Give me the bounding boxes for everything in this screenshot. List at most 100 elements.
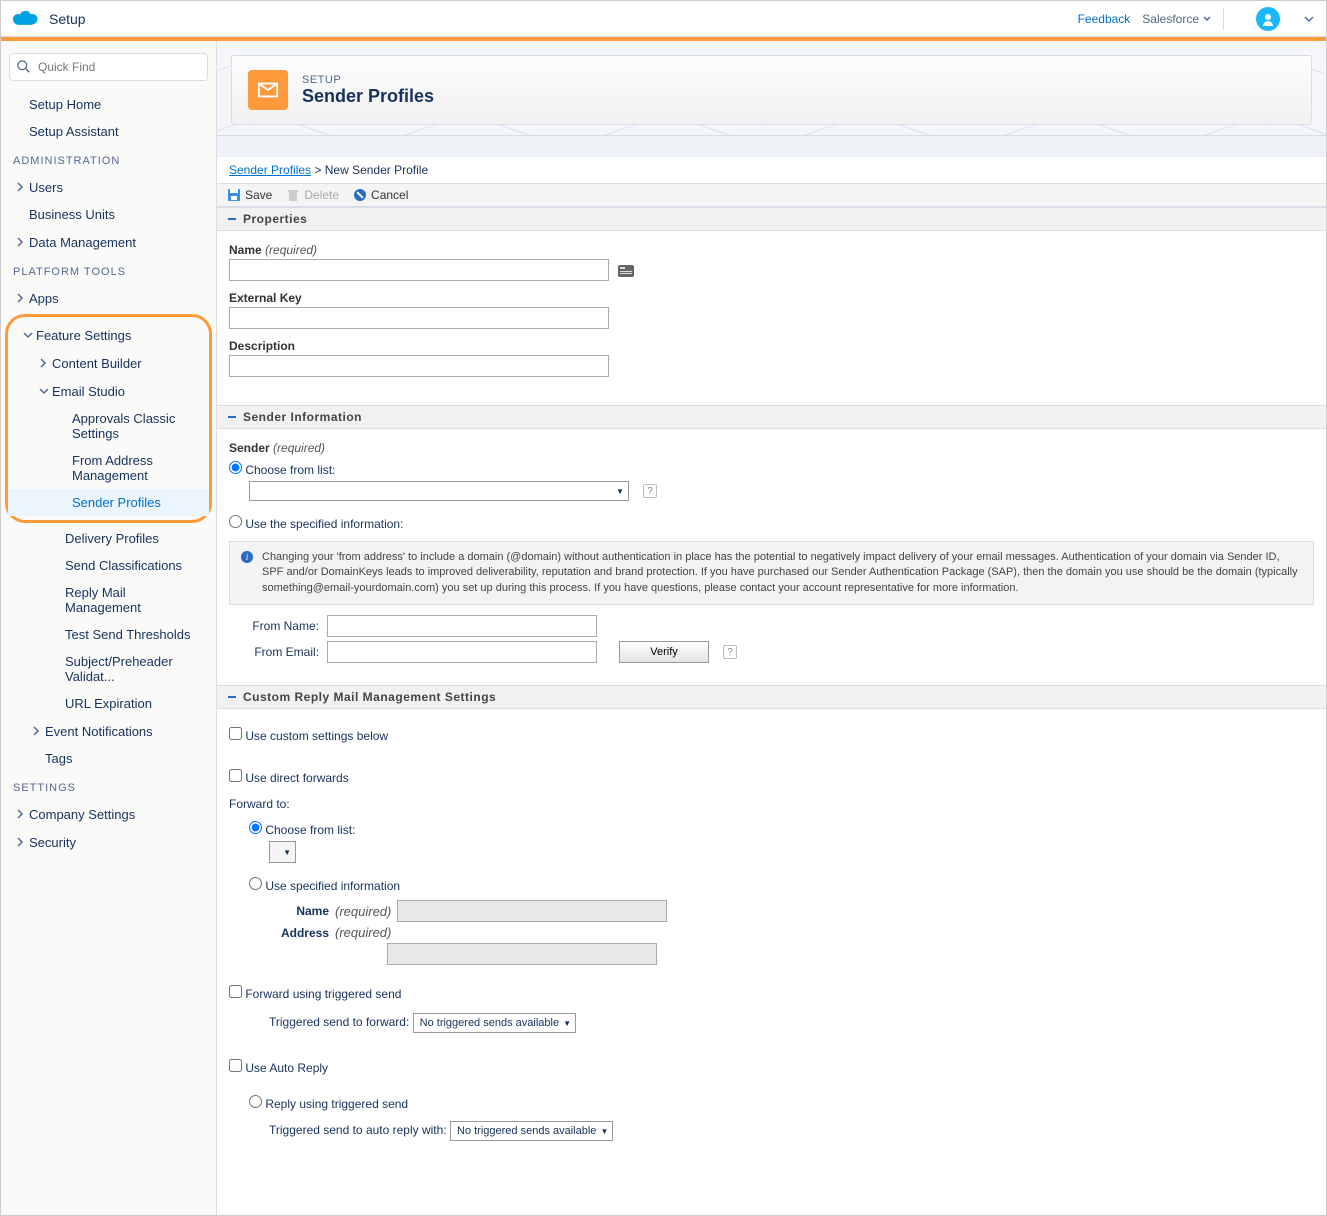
fwd-address-input [387, 943, 657, 965]
external-key-input[interactable] [229, 307, 609, 329]
chevron-right-icon [13, 834, 29, 850]
cloud-logo-icon [13, 9, 41, 29]
org-name-label: Salesforce [1142, 12, 1199, 26]
nav-section-platform: PLATFORM TOOLS [1, 256, 216, 284]
fwd-choose-list-radio[interactable] [249, 821, 262, 834]
sender-choose-list-radio[interactable] [229, 461, 242, 474]
setup-sidebar: Setup Home Setup Assistant ADMINISTRATIO… [1, 41, 217, 1215]
quick-find-wrap [9, 53, 208, 81]
nav-tags[interactable]: Tags [1, 745, 216, 772]
nav-content-builder[interactable]: Content Builder [8, 349, 209, 377]
fwd-triggered-checkbox[interactable] [229, 985, 242, 998]
search-icon [17, 60, 31, 74]
chevron-right-icon [13, 234, 29, 250]
section-reply-mail[interactable]: Custom Reply Mail Management Settings [217, 685, 1326, 709]
nav-setup-assistant[interactable]: Setup Assistant [1, 118, 216, 145]
cancel-button[interactable]: Cancel [353, 188, 408, 202]
description-input[interactable] [229, 355, 609, 377]
nav-delivery-profiles[interactable]: Delivery Profiles [1, 525, 216, 552]
breadcrumb-parent[interactable]: Sender Profiles [229, 163, 311, 177]
nav-approvals[interactable]: Approvals Classic Settings [8, 405, 209, 447]
sender-list-select[interactable] [249, 481, 629, 501]
use-direct-checkbox[interactable] [229, 769, 242, 782]
from-name-input[interactable] [327, 615, 597, 637]
name-input[interactable] [229, 259, 609, 281]
person-icon [1261, 12, 1275, 26]
personalization-icon[interactable] [617, 262, 635, 280]
triggered-reply-select[interactable]: No triggered sends available [450, 1121, 613, 1141]
user-avatar[interactable] [1256, 7, 1280, 31]
nav-business-units[interactable]: Business Units [1, 201, 216, 228]
app-title: Setup [49, 11, 1078, 27]
from-name-label: From Name: [249, 619, 319, 633]
nav-reply-mail[interactable]: Reply Mail Management [1, 579, 216, 621]
section-sender-info[interactable]: Sender Information [217, 405, 1326, 429]
cancel-icon [353, 188, 367, 202]
nav-setup-home[interactable]: Setup Home [1, 91, 216, 118]
reply-triggered-radio[interactable] [249, 1095, 262, 1108]
forward-to-label: Forward to: [229, 791, 1314, 817]
sender-specified-radio[interactable] [229, 515, 242, 528]
nav-section-settings: SETTINGS [1, 772, 216, 800]
quick-find-input[interactable] [9, 53, 208, 81]
chevron-right-icon [13, 806, 29, 822]
chevron-down-icon [20, 327, 36, 343]
nav-sender-profiles[interactable]: Sender Profiles [8, 489, 209, 516]
use-custom-checkbox[interactable] [229, 727, 242, 740]
feedback-link[interactable]: Feedback [1078, 12, 1131, 26]
triggered-fwd-select[interactable]: No triggered sends available [413, 1013, 576, 1033]
collapse-icon [227, 214, 237, 224]
global-header: Setup Feedback Salesforce [1, 1, 1326, 37]
org-dropdown[interactable]: Salesforce [1142, 12, 1211, 26]
nav-data-management[interactable]: Data Management [1, 228, 216, 256]
help-icon[interactable]: ? [723, 645, 737, 659]
chevron-right-icon [13, 290, 29, 306]
chevron-right-icon [36, 355, 52, 371]
nav-feature-settings[interactable]: Feature Settings [8, 321, 209, 349]
collapse-icon [227, 692, 237, 702]
auto-reply-checkbox[interactable] [229, 1059, 242, 1072]
chevron-down-icon [1203, 15, 1211, 23]
fwd-name-input [397, 900, 667, 922]
fwd-specified-radio[interactable] [249, 877, 262, 890]
save-button[interactable]: Save [227, 188, 272, 202]
nav-url-expiration[interactable]: URL Expiration [1, 690, 216, 717]
collapse-icon [227, 412, 237, 422]
nav-send-classifications[interactable]: Send Classifications [1, 552, 216, 579]
nav-test-send[interactable]: Test Send Thresholds [1, 621, 216, 648]
from-email-label: From Email: [249, 645, 319, 659]
nav-security[interactable]: Security [1, 828, 216, 856]
from-email-input[interactable] [327, 641, 597, 663]
page-kicker: SETUP [302, 74, 434, 86]
chevron-right-icon [13, 179, 29, 195]
nav-subject-preheader[interactable]: Subject/Preheader Validat... [1, 648, 216, 690]
content-area: SETUP Sender Profiles Sender Profiles > … [217, 41, 1326, 1215]
help-icon[interactable]: ? [643, 484, 657, 498]
chevron-right-icon [29, 723, 45, 739]
page-title: Sender Profiles [302, 86, 434, 107]
info-icon: i [240, 550, 254, 564]
chevron-down-icon[interactable] [1304, 14, 1314, 24]
nav-highlight-box: Feature Settings Content Builder Email S… [5, 314, 212, 523]
save-icon [227, 188, 241, 202]
form-scroll[interactable]: Properties Name (required) External Key … [217, 207, 1326, 1215]
nav-email-studio[interactable]: Email Studio [8, 377, 209, 405]
fwd-list-select[interactable] [269, 841, 296, 863]
breadcrumb-current: New Sender Profile [325, 163, 428, 177]
info-callout: i Changing your 'from address' to includ… [229, 541, 1314, 605]
nav-section-admin: ADMINISTRATION [1, 145, 216, 173]
delete-button: Delete [286, 188, 339, 202]
envelope-icon [248, 70, 288, 110]
nav-users[interactable]: Users [1, 173, 216, 201]
nav-company-settings[interactable]: Company Settings [1, 800, 216, 828]
nav-event-notifications[interactable]: Event Notifications [1, 717, 216, 745]
chevron-down-icon [36, 383, 52, 399]
section-properties[interactable]: Properties [217, 207, 1326, 231]
nav-apps[interactable]: Apps [1, 284, 216, 312]
nav-from-address[interactable]: From Address Management [8, 447, 209, 489]
breadcrumb: Sender Profiles > New Sender Profile [217, 157, 1326, 184]
page-header: SETUP Sender Profiles [217, 41, 1326, 136]
verify-button[interactable]: Verify [619, 641, 709, 663]
trash-icon [286, 188, 300, 202]
action-toolbar: Save Delete Cancel [217, 184, 1326, 207]
